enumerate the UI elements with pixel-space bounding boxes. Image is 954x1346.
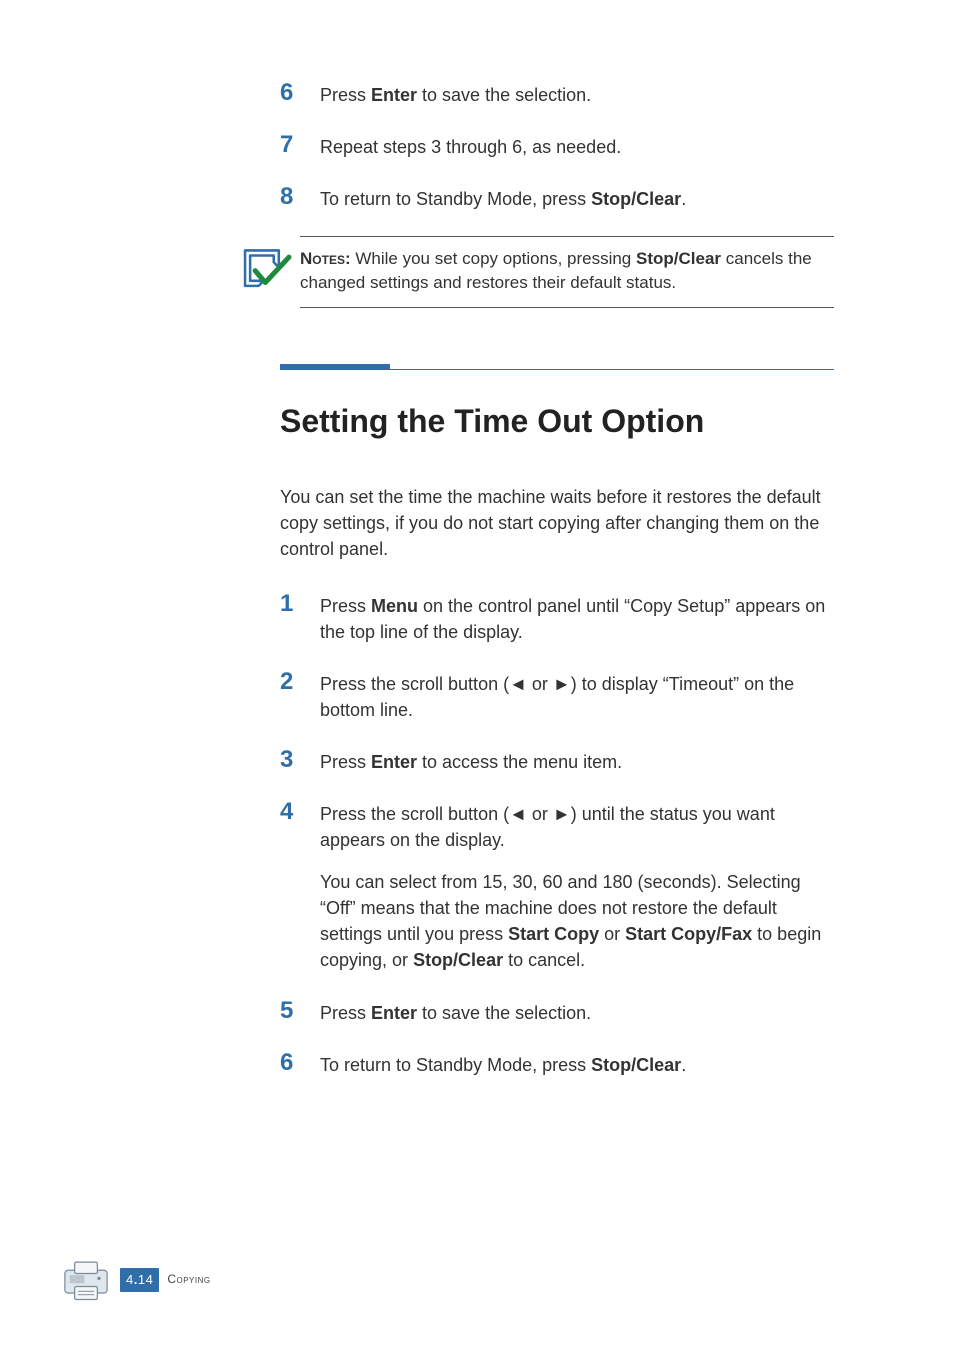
step-number: 7 <box>280 132 320 158</box>
step-row: 1 Press Menu on the control panel until … <box>100 591 834 645</box>
note-body: While you set copy options, pressing Sto… <box>300 249 812 292</box>
page-footer: 4.14 Copying <box>60 1254 211 1306</box>
step-row: 4 Press the scroll button (◄ or ►) until… <box>100 799 834 974</box>
step-text: Press Menu on the control panel until “C… <box>320 591 834 645</box>
note-block: Notes: While you set copy options, press… <box>240 236 834 308</box>
step-text: Press Enter to save the selection. <box>320 80 834 108</box>
step-number: 4 <box>280 799 320 825</box>
step-paragraph: You can select from 15, 30, 60 and 180 (… <box>320 869 834 973</box>
checkmark-icon <box>240 242 294 296</box>
step-text: Repeat steps 3 through 6, as needed. <box>320 132 834 160</box>
section-title: Setting the Time Out Option <box>280 398 834 444</box>
step-text: To return to Standby Mode, press Stop/Cl… <box>320 184 834 212</box>
manual-page: 6 Press Enter to save the selection. 7 R… <box>0 0 954 1346</box>
page-prefix: 4 <box>126 1272 134 1287</box>
step-row: 2 Press the scroll button (◄ or ►) to di… <box>100 669 834 723</box>
step-number: 6 <box>280 1050 320 1076</box>
step-text: Press the scroll button (◄ or ►) to disp… <box>320 669 834 723</box>
page-num: 14 <box>138 1272 153 1287</box>
step-text: Press Enter to access the menu item. <box>320 747 834 775</box>
step-row: 5 Press Enter to save the selection. <box>100 998 834 1026</box>
step-number: 3 <box>280 747 320 773</box>
section-divider <box>280 364 834 370</box>
step-row: 3 Press Enter to access the menu item. <box>100 747 834 775</box>
step-row: 6 Press Enter to save the selection. <box>100 80 834 108</box>
note-label: Notes: <box>300 249 351 268</box>
note-text: Notes: While you set copy options, press… <box>300 236 834 308</box>
chapter-name: Copying <box>167 1271 210 1288</box>
step-paragraph: Press the scroll button (◄ or ►) until t… <box>320 801 834 853</box>
printer-icon <box>60 1254 112 1306</box>
step-number: 5 <box>280 998 320 1024</box>
page-number-box: 4.14 <box>120 1268 159 1293</box>
step-text: Press the scroll button (◄ or ►) until t… <box>320 799 834 974</box>
step-row: 8 To return to Standby Mode, press Stop/… <box>100 184 834 212</box>
step-text: Press Enter to save the selection. <box>320 998 834 1026</box>
section-intro: You can set the time the machine waits b… <box>280 484 834 562</box>
step-number: 6 <box>280 80 320 106</box>
step-row: 6 To return to Standby Mode, press Stop/… <box>100 1050 834 1078</box>
step-text: To return to Standby Mode, press Stop/Cl… <box>320 1050 834 1078</box>
step-row: 7 Repeat steps 3 through 6, as needed. <box>100 132 834 160</box>
step-number: 1 <box>280 591 320 617</box>
step-number: 8 <box>280 184 320 210</box>
step-number: 2 <box>280 669 320 695</box>
